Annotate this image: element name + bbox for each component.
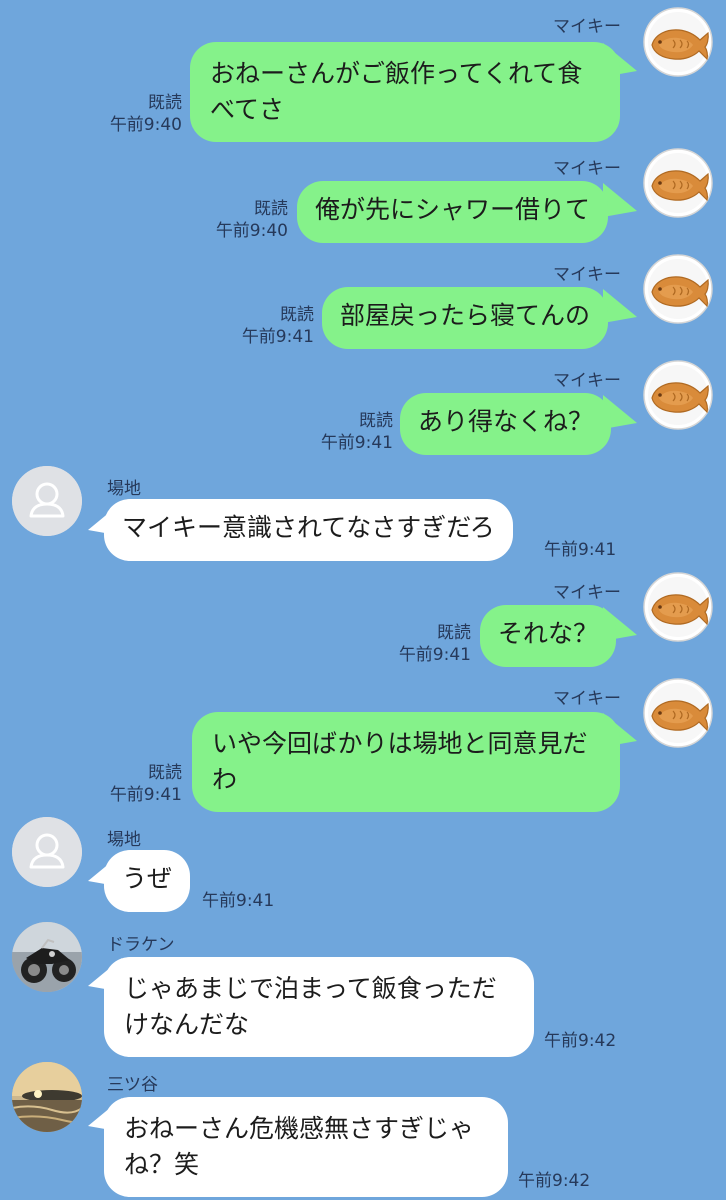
message-meta: 既読 午前9:41 xyxy=(399,622,471,666)
taiyaki-avatar-icon[interactable] xyxy=(643,148,713,218)
message-time: 午前9:41 xyxy=(544,540,617,560)
sender-name: 三ツ谷 xyxy=(107,1075,158,1095)
message-bubble[interactable]: 俺が先にシャワー借りて xyxy=(297,181,609,243)
taiyaki-avatar-icon[interactable] xyxy=(643,360,713,430)
sender-name: マイキー xyxy=(553,689,621,709)
motorcycle-photo-avatar[interactable] xyxy=(12,922,82,992)
taiyaki-avatar-icon[interactable] xyxy=(643,678,713,748)
read-status: 既読 xyxy=(148,93,182,113)
sender-name: マイキー xyxy=(553,583,621,603)
read-status: 既読 xyxy=(359,411,393,431)
sender-name: 場地 xyxy=(107,830,141,850)
taiyaki-avatar-icon[interactable] xyxy=(643,7,713,77)
message-bubble[interactable]: じゃあまじで泊まって飯食っただ けなんだな xyxy=(104,957,534,1057)
sender-name: 場地 xyxy=(107,479,141,499)
message-bubble[interactable]: マイキー意識されてなさすぎだろ xyxy=(104,499,513,561)
message-time: 午前9:41 xyxy=(398,645,471,665)
read-status: 既読 xyxy=(437,623,471,643)
taiyaki-avatar-icon[interactable] xyxy=(643,572,713,642)
message-meta: 既読 午前9:41 xyxy=(110,762,182,806)
sender-name: マイキー xyxy=(553,17,621,37)
read-status: 既読 xyxy=(280,305,314,325)
default-user-icon[interactable] xyxy=(12,466,82,536)
message-time: 午前9:41 xyxy=(202,891,275,911)
sender-name: ドラケン xyxy=(107,935,175,955)
sender-name: マイキー xyxy=(553,265,621,285)
message-meta: 既読 午前9:41 xyxy=(321,410,393,454)
message-time: 午前9:42 xyxy=(544,1031,617,1051)
message-meta: 既読 午前9:40 xyxy=(110,92,182,136)
message-bubble[interactable]: おねーさんがご飯作ってくれて食 べてさ xyxy=(190,42,620,142)
default-user-icon[interactable] xyxy=(12,817,82,887)
message-bubble[interactable]: それな？ xyxy=(480,605,617,667)
message-bubble[interactable]: おねーさん危機感無さすぎじゃ ね？笑 xyxy=(104,1097,508,1197)
message-meta: 既読 午前9:40 xyxy=(216,198,288,242)
taiyaki-avatar-icon[interactable] xyxy=(643,254,713,324)
message-bubble[interactable]: うぜ xyxy=(104,850,191,912)
message-time: 午前9:40 xyxy=(109,115,182,135)
message-bubble[interactable]: いや今回ばかりは場地と同意見だ わ xyxy=(192,712,620,812)
message-bubble[interactable]: あり得なくね？ xyxy=(400,393,612,455)
read-status: 既読 xyxy=(148,763,182,783)
message-time: 午前9:41 xyxy=(241,327,314,347)
message-time: 午前9:41 xyxy=(320,433,393,453)
sender-name: マイキー xyxy=(553,159,621,179)
sunset-photo-avatar[interactable] xyxy=(12,1062,82,1132)
bubble-tail-icon xyxy=(603,289,637,323)
message-time: 午前9:40 xyxy=(215,221,288,241)
sender-name: マイキー xyxy=(553,371,621,391)
message-time: 午前9:41 xyxy=(109,785,182,805)
bubble-tail-icon xyxy=(603,183,637,217)
message-time: 午前9:42 xyxy=(518,1171,591,1191)
message-bubble[interactable]: 部屋戻ったら寝てんの xyxy=(322,287,609,349)
message-meta: 既読 午前9:41 xyxy=(242,304,314,348)
read-status: 既読 xyxy=(254,199,288,219)
